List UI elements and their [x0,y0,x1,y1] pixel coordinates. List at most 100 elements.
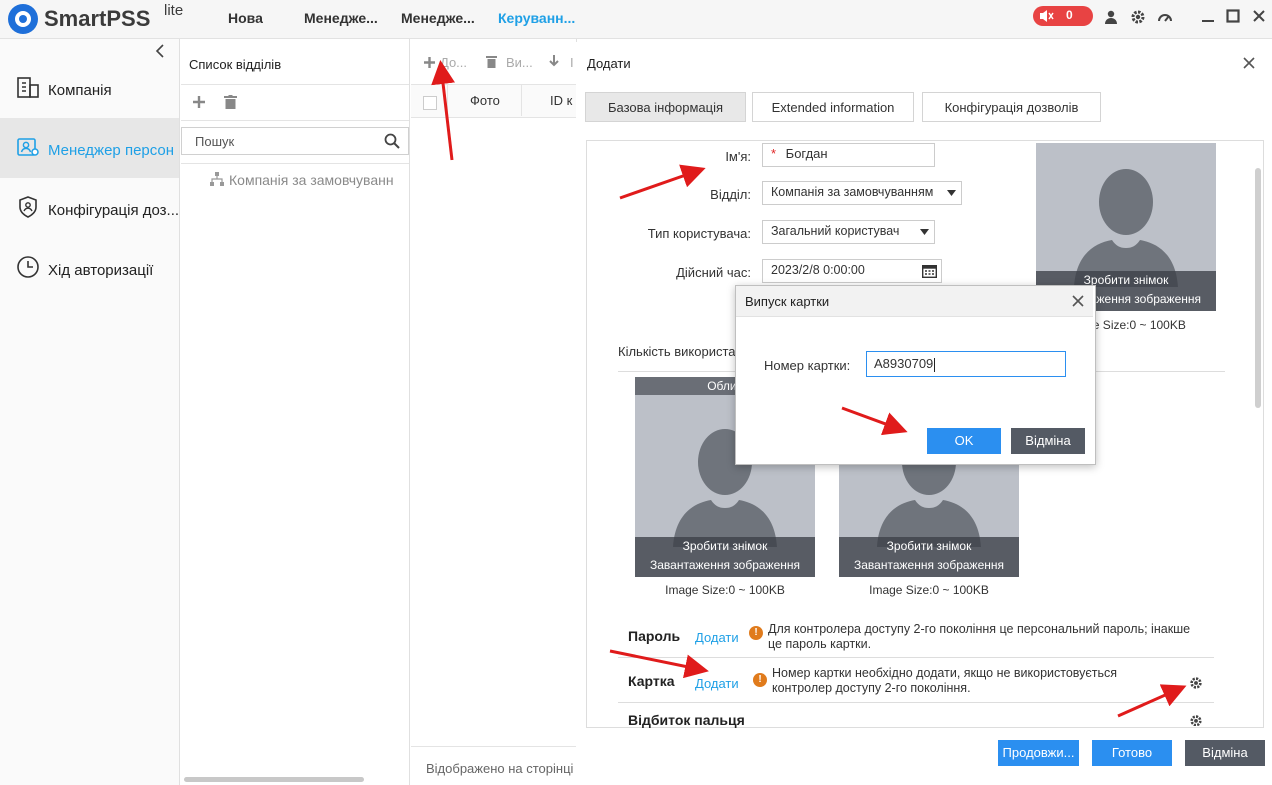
done-button[interactable]: Готово [1092,740,1172,766]
gear-icon[interactable] [1130,9,1146,25]
password-note: Для контролера доступу 2-го покоління це… [768,622,1218,652]
password-note-line-1: Для контролера доступу 2-го покоління це… [768,622,1191,636]
card-settings-gear-icon[interactable] [1189,676,1203,690]
tab-basic-info[interactable]: Базова інформація [585,92,746,122]
user-type-select[interactable]: Загальний користувач [762,220,935,244]
add-card-link[interactable]: Додати [695,676,739,691]
card-cancel-button[interactable]: Відміна [1011,428,1085,454]
department-select[interactable]: Компанія за замовчуванням [762,181,962,205]
user-type-value: Загальний користувач [771,224,900,238]
valid-time-input[interactable]: 2023/2/8 0:00:00 [762,259,942,283]
card-ok-button[interactable]: OK [927,428,1001,454]
upload-image-button[interactable]: Завантаження зображення [839,556,1019,575]
collapse-chevron-icon[interactable] [155,44,165,58]
app-name: SmartPSS [44,6,151,31]
department-list-title: Список відділів [189,57,282,72]
app-logo-icon [8,4,38,34]
valid-time-label: Дійсний час: [676,265,751,280]
list-footer-text: Відображено на сторінці [426,761,574,776]
dropdown-arrow-icon [947,190,956,196]
delete-department-icon[interactable] [224,95,237,109]
name-value: Богдан [785,146,828,161]
divider [181,120,409,121]
department-value: Компанія за замовчуванням [771,185,934,199]
import-button[interactable]: I [570,55,574,70]
divider [618,702,1214,703]
speaker-mute-icon [1040,10,1054,22]
horizontal-scrollbar[interactable] [184,777,364,782]
top-tab-manager-2[interactable]: Менедже... [401,10,475,26]
gauge-icon[interactable] [1157,9,1173,25]
user-icon[interactable] [1104,10,1118,24]
clock-icon [17,256,39,278]
close-icon[interactable] [1252,9,1266,23]
user-type-label: Тип користувача: [647,226,751,241]
tree-root-company[interactable]: Компанія за замовчуванн [229,172,409,188]
top-tab-manager-1[interactable]: Менедже... [304,10,378,26]
valid-time-value: 2023/2/8 0:00:00 [771,263,865,277]
face-photo-2-size-note: Image Size:0 ~ 100KB [869,583,989,597]
sidebar-item-label: Менеджер персон [48,142,175,159]
column-header-photo[interactable]: Фото [470,93,500,108]
search-icon[interactable] [384,133,400,149]
photo-actions-bar: Зробити знімок Завантаження зображення [635,537,815,577]
department-search-input[interactable]: Пошук [181,127,409,155]
maximize-icon[interactable] [1226,9,1240,23]
import-icon[interactable] [548,55,560,68]
add-password-link[interactable]: Додати [695,630,739,645]
cancel-button[interactable]: Відміна [1185,740,1265,766]
top-tab-new[interactable]: Нова [228,10,263,26]
calendar-icon[interactable] [922,264,937,278]
take-photo-button[interactable]: Зробити знімок [635,537,815,556]
name-input[interactable]: * Богдан [762,143,935,167]
department-label: Відділ: [710,187,751,202]
sidebar-item-permission-config[interactable]: Конфігурація доз... [0,178,179,238]
minimize-icon[interactable] [1201,9,1215,23]
take-photo-button[interactable]: Зробити знімок [839,537,1019,556]
building-icon [17,77,39,98]
card-note: Номер картки необхідно додати, якщо не в… [772,666,1172,696]
shield-icon [19,196,37,218]
add-person-icon[interactable] [424,57,435,68]
card-section-title: Картка [628,673,675,689]
column-header-id[interactable]: ID к [550,93,576,108]
delete-person-icon[interactable] [486,55,497,68]
add-department-icon[interactable] [193,96,205,108]
sidebar-item-authorization-progress[interactable]: Хід авторизації [0,238,179,298]
top-tab-control[interactable]: Керуванн... [498,10,575,26]
dialog-close-icon[interactable] [1243,57,1255,69]
divider [618,657,1214,658]
person-card-icon [17,138,39,156]
sidebar-item-company[interactable]: Компанія [0,58,179,118]
dropdown-arrow-icon [920,229,929,235]
card-note-line-2: контролер доступу 2-го покоління. [772,681,971,695]
delete-person-button[interactable]: Ви... [506,55,533,70]
card-number-value: A8930709 [874,356,934,371]
face-photo-1-size-note: Image Size:0 ~ 100KB [665,583,785,597]
text-cursor [934,357,936,372]
warning-icon: ! [753,673,767,687]
password-section-title: Пароль [628,628,681,644]
add-person-button[interactable]: До... [440,55,467,70]
alarm-badge[interactable] [1033,6,1093,26]
sidebar-item-person-manager[interactable]: Менеджер персон [0,118,179,178]
tab-permission-config[interactable]: Конфігурація дозволів [922,92,1101,122]
password-note-line-2: це пароль картки. [768,637,872,651]
tab-extended-info[interactable]: Extended information [752,92,914,122]
upload-image-button[interactable]: Завантаження зображення [635,556,815,575]
person-silhouette-icon [1074,169,1178,287]
continue-button[interactable]: Продовжи... [998,740,1079,766]
app-name-superscript: lite [164,2,184,19]
card-dialog-close-icon[interactable] [1072,295,1084,307]
required-mark: * [771,146,780,161]
select-all-checkbox[interactable] [423,96,437,110]
card-number-input[interactable]: A8930709 [866,351,1066,377]
form-scrollbar[interactable] [1255,168,1261,408]
dialog-title: Додати [587,56,631,71]
card-issue-dialog-title: Випуск картки [745,294,830,309]
column-divider [447,85,448,116]
fingerprint-section-title: Відбиток пальця [628,712,745,728]
fingerprint-settings-gear-icon[interactable] [1189,714,1203,726]
divider [411,746,576,747]
users-count-label: Кількість використа [618,344,736,359]
